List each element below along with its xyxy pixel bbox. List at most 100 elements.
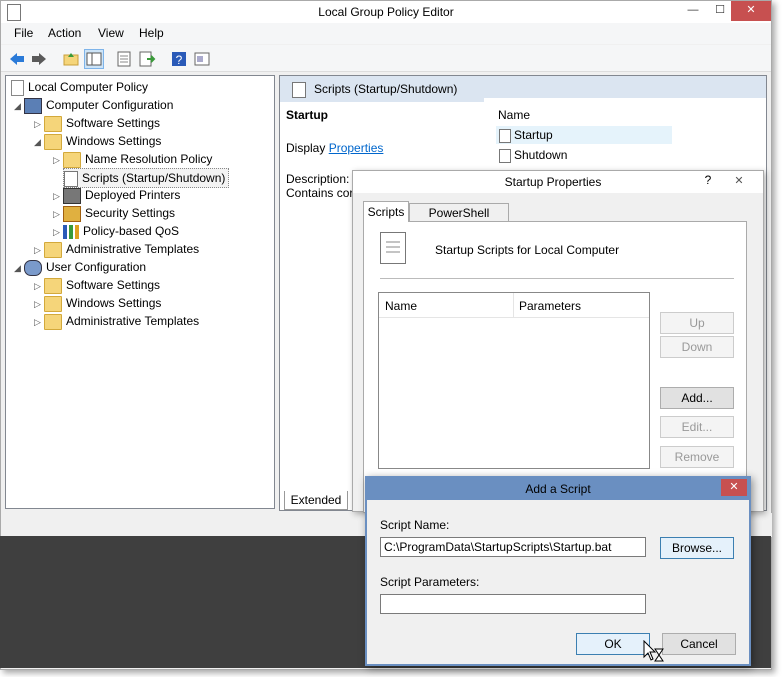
tree-node-software-settings[interactable]: ▷ Software Settings [34, 114, 160, 132]
down-button[interactable]: Down [660, 336, 734, 358]
expand-arrow-icon[interactable]: ▷ [53, 205, 63, 223]
folder-icon [44, 241, 62, 258]
startup-properties-dialog: Startup Properties ? ✕ Scripts PowerShel… [352, 170, 764, 513]
navigation-tree: Local Computer Policy ◢ Computer Configur… [5, 75, 275, 509]
tab-extended[interactable]: Extended [284, 491, 348, 510]
tree-label: Software Settings [66, 278, 161, 292]
menu-file[interactable]: File [14, 26, 33, 40]
dialog-title: Startup Properties [504, 175, 602, 189]
dialog-title-bar: Startup Properties ? ✕ [353, 171, 763, 193]
script-name-input[interactable]: C:\ProgramData\StartupScripts\Startup.ba… [380, 537, 646, 557]
folder-icon [44, 295, 62, 312]
menu-help[interactable]: Help [139, 26, 164, 40]
menu-action[interactable]: Action [48, 26, 81, 40]
filter-icon[interactable] [192, 49, 212, 69]
tree-label: Windows Settings [66, 134, 162, 148]
edit-button[interactable]: Edit... [660, 416, 734, 438]
expand-arrow-icon[interactable]: ▷ [34, 115, 44, 133]
menu-view[interactable]: View [98, 26, 124, 40]
expand-arrow-icon[interactable]: ▷ [53, 151, 63, 169]
dialog-close-button[interactable]: ✕ [721, 479, 747, 496]
list-item-label: Shutdown [514, 148, 568, 162]
tree-node-user-administrative-templates[interactable]: ▷ Administrative Templates [34, 312, 199, 330]
tree-node-user-software-settings[interactable]: ▷ Software Settings [34, 276, 160, 294]
close-button[interactable]: ✕ [731, 1, 771, 21]
tree-node-administrative-templates[interactable]: ▷ Administrative Templates [34, 240, 199, 258]
title-bar: Local Group Policy Editor — ☐ ✕ [1, 1, 771, 23]
folder-icon [44, 277, 62, 294]
section-heading: Startup [286, 108, 328, 122]
show-hide-tree-icon[interactable] [84, 49, 104, 69]
tree-node-user-configuration[interactable]: ◢ User Configuration [14, 258, 146, 276]
table-header: Name Parameters [379, 293, 649, 318]
tree-label: Name Resolution Policy [85, 152, 213, 166]
add-script-dialog: Add a Script ✕ Script Name: C:\ProgramDa… [365, 476, 751, 666]
tree-node-scripts[interactable]: Scripts (Startup/Shutdown) [63, 168, 230, 188]
toolbar: ? [1, 45, 771, 72]
minimize-button[interactable]: — [679, 1, 707, 21]
column-header-name[interactable]: Name [385, 299, 417, 313]
divider [380, 278, 734, 279]
tree-node-user-windows-settings[interactable]: ▷ Windows Settings [34, 294, 161, 312]
properties-link[interactable]: Properties [329, 141, 384, 155]
up-button[interactable]: Up [660, 312, 734, 334]
computer-icon [24, 97, 42, 114]
bar-chart-icon [63, 224, 79, 239]
export-list-icon[interactable] [137, 49, 157, 69]
expand-arrow-icon[interactable]: ▷ [34, 241, 44, 259]
maximize-button[interactable]: ☐ [707, 1, 733, 21]
tree-node-computer-configuration[interactable]: ◢ Computer Configuration [14, 96, 173, 114]
tab-powershell-scripts[interactable]: PowerShell Scripts [409, 203, 509, 238]
browse-button[interactable]: Browse... [660, 537, 734, 559]
list-item-startup[interactable]: Startup [496, 126, 672, 144]
tree-node-security-settings[interactable]: ▷ Security Settings [53, 204, 175, 222]
tree-node-name-resolution-policy[interactable]: ▷ Name Resolution Policy [53, 150, 212, 168]
menu-bar: File Action View Help [1, 23, 771, 44]
add-button[interactable]: Add... [660, 387, 734, 409]
help-icon[interactable]: ? [169, 49, 189, 69]
dialog-body: Script Name: C:\ProgramData\StartupScrip… [367, 500, 749, 664]
column-header-parameters[interactable]: Parameters [519, 299, 581, 313]
list-header-name[interactable]: Name [498, 108, 530, 122]
window-title: Local Group Policy Editor [318, 5, 454, 19]
folder-icon [44, 313, 62, 330]
ok-button[interactable]: OK [576, 633, 650, 655]
script-icon [499, 129, 511, 143]
forward-arrow-icon[interactable] [29, 49, 49, 69]
scripts-caption: Startup Scripts for Local Computer [435, 243, 620, 257]
tree-label: Computer Configuration [46, 98, 174, 112]
expand-arrow-icon[interactable]: ▷ [34, 295, 44, 313]
script-parameters-label: Script Parameters: [380, 575, 480, 589]
expand-arrow-icon[interactable]: ▷ [34, 313, 44, 331]
tree-node-local-computer-policy[interactable]: Local Computer Policy [11, 78, 148, 96]
folder-icon [44, 115, 62, 132]
tree-label: Local Computer Policy [28, 80, 149, 94]
properties-icon[interactable] [114, 49, 134, 69]
expand-arrow-icon[interactable]: ▷ [53, 223, 63, 241]
up-folder-icon[interactable] [61, 49, 81, 69]
tree-label: Security Settings [85, 206, 176, 220]
collapse-arrow-icon[interactable]: ◢ [14, 259, 24, 277]
tree-node-windows-settings[interactable]: ◢ Windows Settings [34, 132, 161, 150]
list-item-shutdown[interactable]: Shutdown [496, 146, 672, 164]
back-arrow-icon[interactable] [7, 49, 27, 69]
help-button[interactable]: ? [699, 173, 717, 187]
tree-label: Administrative Templates [66, 242, 200, 256]
tree-node-deployed-printers[interactable]: ▷ Deployed Printers [53, 186, 180, 204]
tree-node-policy-based-qos[interactable]: ▷ Policy-based QoS [53, 222, 179, 240]
printer-icon [63, 187, 81, 204]
tree-label: Scripts (Startup/Shutdown) [82, 171, 226, 185]
script-document-icon [380, 232, 406, 264]
display-properties-line: Display Properties [286, 141, 383, 155]
folder-icon [63, 151, 81, 168]
cancel-button[interactable]: Cancel [662, 633, 736, 655]
collapse-arrow-icon[interactable]: ◢ [14, 97, 24, 115]
script-parameters-input[interactable] [380, 594, 646, 614]
remove-button[interactable]: Remove [660, 446, 734, 468]
scripts-table[interactable]: Name Parameters [378, 292, 650, 469]
expand-arrow-icon[interactable]: ▷ [53, 187, 63, 205]
dialog-close-button[interactable]: ✕ [723, 172, 755, 190]
tab-scripts[interactable]: Scripts [363, 201, 409, 222]
expand-arrow-icon[interactable]: ▷ [34, 277, 44, 295]
collapse-arrow-icon[interactable]: ◢ [34, 133, 44, 151]
